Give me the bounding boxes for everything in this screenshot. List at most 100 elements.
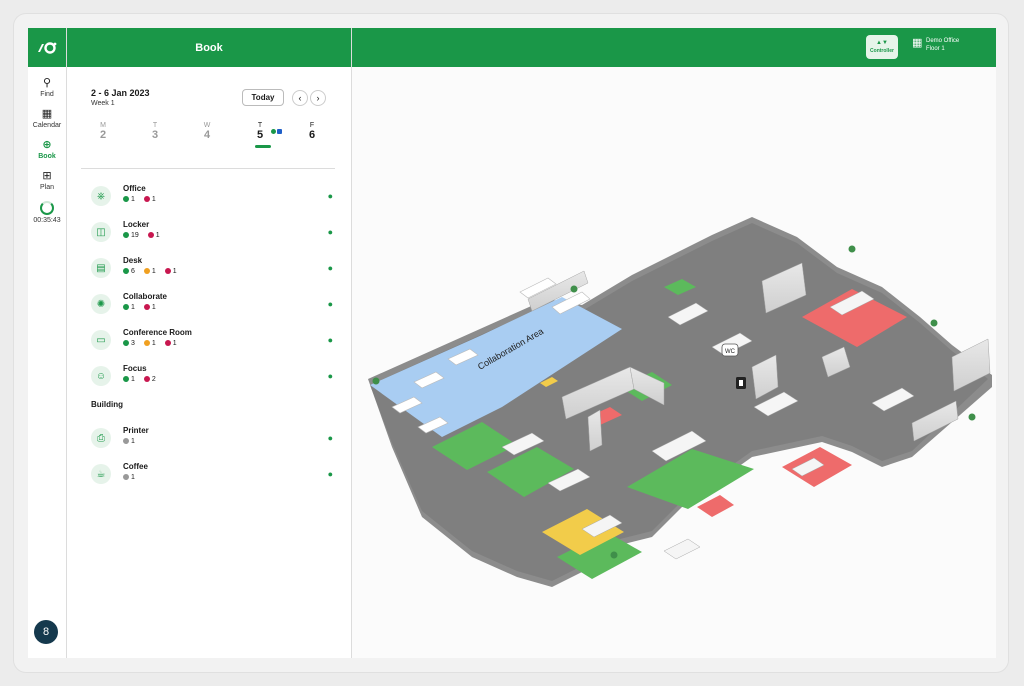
selected-day-indicator — [255, 145, 271, 148]
category-counts: 1 1 — [123, 304, 163, 311]
category-counts: 3 1 1 — [123, 340, 184, 347]
category-printer[interactable]: ⎙ Printer 1 ● — [91, 426, 341, 452]
controller-label: Controller — [870, 48, 894, 54]
day-number: 3 — [151, 129, 159, 141]
rail-label: Plan — [39, 184, 54, 191]
desk-icon: ▤ — [91, 258, 111, 278]
chevron-left-icon: ‹ — [298, 93, 302, 103]
floor-plan-svg[interactable]: Collaboration Area WC — [352, 67, 996, 658]
panel-title: Book — [67, 28, 351, 67]
prev-week-button[interactable]: ‹ — [292, 90, 308, 106]
day-number: 5 — [256, 129, 264, 141]
category-counts: 6 1 1 — [123, 268, 184, 275]
day-number: 2 — [99, 129, 107, 141]
category-office[interactable]: ⎈ Office 1 1 ● — [91, 184, 341, 210]
printer-icon: ⎙ — [91, 428, 111, 448]
week-number: Week 1 — [91, 100, 115, 107]
search-icon: ⚲ — [42, 77, 52, 89]
rail-item-calendar[interactable]: ▦ Calendar — [28, 108, 66, 129]
logo-icon — [38, 41, 57, 54]
arrows-icon: ▲▼ — [876, 40, 888, 46]
category-coffee[interactable]: ☕ Coffee 1 ● — [91, 462, 341, 488]
rail-item-book[interactable]: ⊕ Book — [28, 139, 66, 160]
category-name: Coffee — [123, 462, 148, 471]
category-name: Collaborate — [123, 292, 168, 301]
map-pin-icon[interactable]: ● — [328, 433, 333, 443]
map-pin-icon[interactable]: ● — [328, 469, 333, 479]
category-desk[interactable]: ▤ Desk 6 1 1 ● — [91, 256, 341, 282]
day-wed[interactable]: W 4 — [195, 122, 219, 141]
map-pin-icon[interactable]: ● — [328, 263, 333, 273]
category-counts: 1 2 — [123, 376, 163, 383]
category-name: Focus — [123, 364, 147, 373]
controller-button[interactable]: ▲▼ Controller — [866, 35, 898, 59]
category-locker[interactable]: ◫ Locker 19 1 ● — [91, 220, 341, 246]
collaborate-icon: ✺ — [91, 294, 111, 314]
day-thu[interactable]: T 5 — [248, 122, 272, 141]
day-letter: F — [309, 122, 315, 129]
office-icon: ⎈ — [91, 186, 111, 206]
category-counts: 1 — [123, 474, 142, 481]
map-pin-icon[interactable]: ● — [328, 335, 333, 345]
calendar-icon: ▦ — [41, 108, 53, 120]
door-icon: ▭ — [91, 330, 111, 350]
category-counts: 1 1 — [123, 196, 163, 203]
rail-label: Calendar — [32, 122, 62, 129]
section-building: Building — [91, 400, 123, 409]
user-icon: 8 — [42, 626, 50, 638]
chevron-right-icon: › — [316, 93, 320, 103]
logo — [28, 28, 66, 67]
timer-value: 00:35:43 — [33, 217, 61, 224]
nav-rail: ⚲ Find ▦ Calendar ⊕ Book ⊞ Plan 00:35:43… — [28, 28, 67, 658]
headphones-icon: ☺ — [91, 366, 111, 386]
building-icon: ▦ — [912, 37, 923, 49]
next-week-button[interactable]: › — [310, 90, 326, 106]
day-mon[interactable]: M 2 — [91, 122, 115, 141]
day-tue[interactable]: T 3 — [143, 122, 167, 141]
timer-ring-icon — [40, 201, 54, 215]
category-focus[interactable]: ☺ Focus 1 2 ● — [91, 364, 341, 390]
plus-circle-icon: ⊕ — [42, 139, 52, 151]
rail-label: Book — [38, 153, 56, 160]
category-name: Desk — [123, 256, 143, 265]
booking-panel: Book 2 - 6 Jan 2023 Week 1 Today ‹ › M 2… — [67, 28, 352, 658]
plan-icon: ⊞ — [42, 170, 52, 182]
app-window: ⚲ Find ▦ Calendar ⊕ Book ⊞ Plan 00:35:43… — [28, 28, 996, 658]
floor-map[interactable]: Collaboration Area WC — [352, 67, 996, 658]
rail-item-plan[interactable]: ⊞ Plan — [28, 170, 66, 191]
category-counts: 1 — [123, 438, 142, 445]
session-timer: 00:35:43 — [28, 201, 66, 224]
today-button[interactable]: Today — [242, 89, 284, 106]
day-letter: M — [100, 122, 106, 129]
coffee-icon: ☕ — [91, 464, 111, 484]
day-letter: W — [203, 122, 211, 129]
category-name: Locker — [123, 220, 150, 229]
locker-icon: ◫ — [91, 222, 111, 242]
office-selector[interactable]: Demo Office Floor 1 — [926, 37, 959, 53]
day-fri[interactable]: F 6 — [300, 122, 324, 141]
category-counts: 19 1 — [123, 232, 167, 239]
category-name: Office — [123, 184, 146, 193]
map-pin-icon[interactable]: ● — [328, 371, 333, 381]
day-letter: T — [257, 122, 263, 129]
rail-item-find[interactable]: ⚲ Find — [28, 77, 66, 98]
map-pin-icon[interactable]: ● — [328, 227, 333, 237]
floor-name: Floor 1 — [926, 46, 945, 52]
category-collaborate[interactable]: ✺ Collaborate 1 1 ● — [91, 292, 341, 318]
category-conference-room[interactable]: ▭ Conference Room 3 1 1 ● — [91, 328, 341, 354]
day-number: 4 — [203, 129, 211, 141]
week-range: 2 - 6 Jan 2023 — [91, 88, 150, 98]
avatar[interactable]: 8 — [34, 620, 58, 644]
day-selector: M 2 T 3 W 4 T 5 F 6 — [91, 122, 341, 150]
rail-label: Find — [40, 91, 54, 98]
map-pin-icon[interactable]: ● — [328, 191, 333, 201]
category-name: Conference Room — [123, 328, 192, 337]
office-name: Demo Office — [926, 38, 960, 44]
category-name: Printer — [123, 426, 149, 435]
wc-label: WC — [725, 349, 736, 355]
elevator-marker[interactable] — [736, 377, 746, 389]
divider — [81, 168, 335, 169]
map-pin-icon[interactable]: ● — [328, 299, 333, 309]
wc-marker[interactable]: WC — [721, 343, 739, 357]
map-toolbar: ▲▼ Controller ▦ Demo Office Floor 1 — [352, 28, 996, 67]
